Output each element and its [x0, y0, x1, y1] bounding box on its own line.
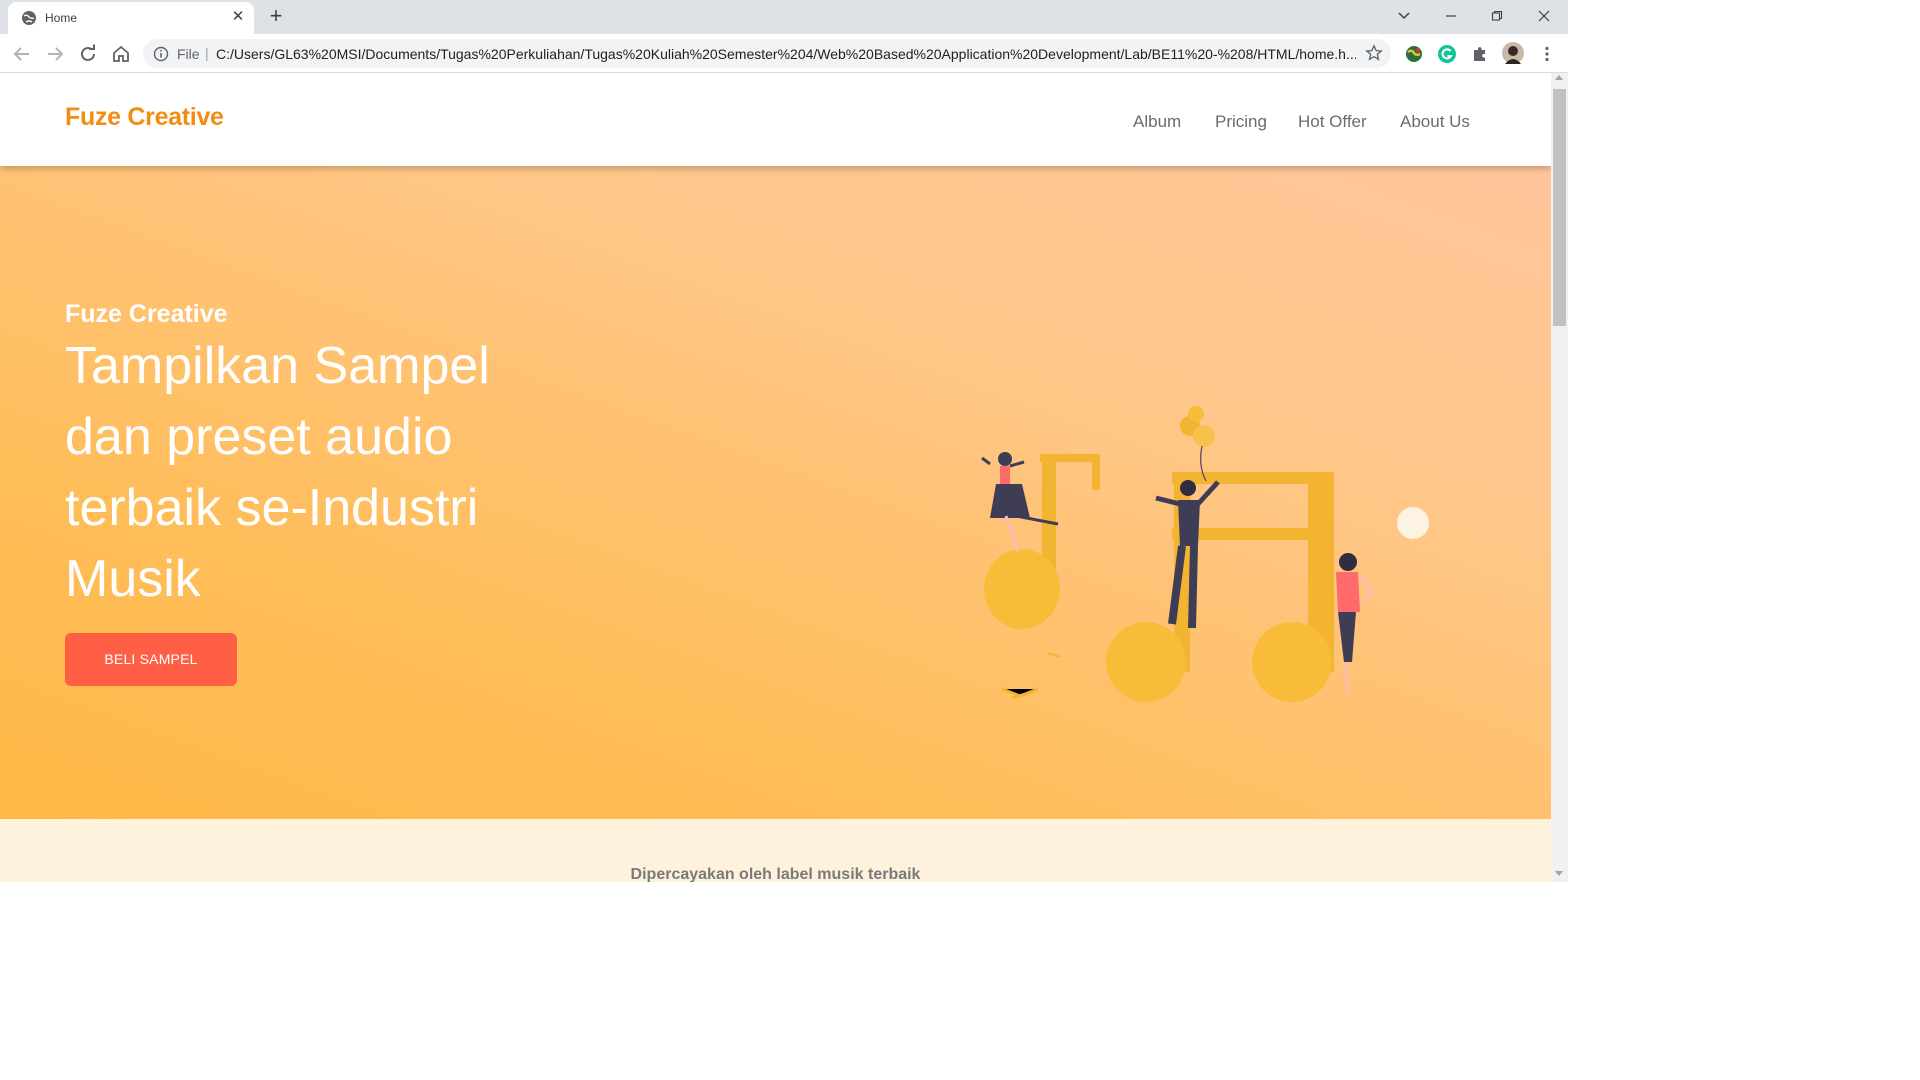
trusted-by-section: Dipercayakan oleh label musik terbaik	[0, 819, 1551, 882]
globe-icon	[22, 11, 36, 25]
hero-heading-line-1: Tampilkan Sampel	[65, 337, 490, 395]
star-icon[interactable]	[1365, 44, 1383, 62]
nav-link-pricing[interactable]: Pricing	[1215, 112, 1267, 132]
grammarly-icon[interactable]	[1437, 44, 1457, 64]
site-logo[interactable]: Fuze Creative	[65, 103, 224, 132]
back-icon[interactable]	[10, 42, 34, 66]
close-window-button[interactable]	[1531, 4, 1557, 28]
close-icon	[1538, 10, 1550, 22]
browser-tab[interactable]: Home ✕	[8, 2, 254, 34]
nav-link-album[interactable]: Album	[1133, 112, 1181, 132]
music-notes-illustration	[981, 406, 1429, 702]
scroll-up-arrow-icon[interactable]	[1555, 75, 1563, 80]
tab-title: Home	[45, 11, 78, 25]
restore-button[interactable]	[1484, 4, 1510, 28]
minimize-button[interactable]	[1438, 4, 1464, 28]
scroll-down-arrow-icon[interactable]	[1555, 871, 1563, 876]
address-bar[interactable]: File | C:/Users/GL63%20MSI/Documents/Tug…	[143, 39, 1391, 68]
nav-link-hot-offer[interactable]: Hot Offer	[1298, 112, 1367, 132]
hero-section: Fuze Creative Tampilkan Sampel dan prese…	[0, 166, 1551, 819]
new-tab-button[interactable]: +	[264, 5, 288, 28]
puzzle-icon[interactable]	[1470, 44, 1490, 64]
page-scrollbar[interactable]	[1551, 73, 1568, 882]
info-icon[interactable]	[153, 46, 169, 62]
forward-icon[interactable]	[43, 42, 67, 66]
url-separator: |	[205, 45, 209, 61]
file-label: File	[177, 46, 200, 62]
browser-toolbar: File | C:/Users/GL63%20MSI/Documents/Tug…	[0, 34, 1568, 73]
trusted-by-heading: Dipercayakan oleh label musik terbaik	[630, 866, 921, 882]
earth-extension-icon[interactable]	[1404, 44, 1424, 64]
chevron-down-icon	[1398, 12, 1410, 20]
home-icon[interactable]	[109, 42, 133, 66]
restore-icon	[1491, 10, 1503, 21]
hero-heading-line-4: Musik	[65, 550, 201, 608]
scroll-thumb[interactable]	[1553, 89, 1566, 326]
hero-heading-line-3: terbaik se-Industri	[65, 479, 479, 537]
tab-search-button[interactable]	[1391, 4, 1417, 28]
url-text[interactable]: C:/Users/GL63%20MSI/Documents/Tugas%20Pe…	[216, 46, 1356, 62]
minimize-icon	[1446, 15, 1456, 17]
reload-icon[interactable]	[76, 42, 100, 66]
site-header: Fuze Creative Album Pricing Hot Offer Ab…	[0, 73, 1551, 166]
buy-sample-button[interactable]: BELI SAMPEL	[65, 633, 237, 686]
nav-link-about-us[interactable]: About Us	[1400, 112, 1470, 132]
page-viewport: Fuze Creative Album Pricing Hot Offer Ab…	[0, 73, 1551, 882]
avatar[interactable]	[1502, 42, 1524, 64]
hero-brand: Fuze Creative	[65, 300, 228, 328]
close-tab-button[interactable]: ✕	[229, 8, 247, 26]
tab-strip: Home ✕ +	[0, 0, 1568, 34]
menu-icon[interactable]	[1537, 44, 1557, 64]
hero-heading-line-2: dan preset audio	[65, 408, 453, 466]
